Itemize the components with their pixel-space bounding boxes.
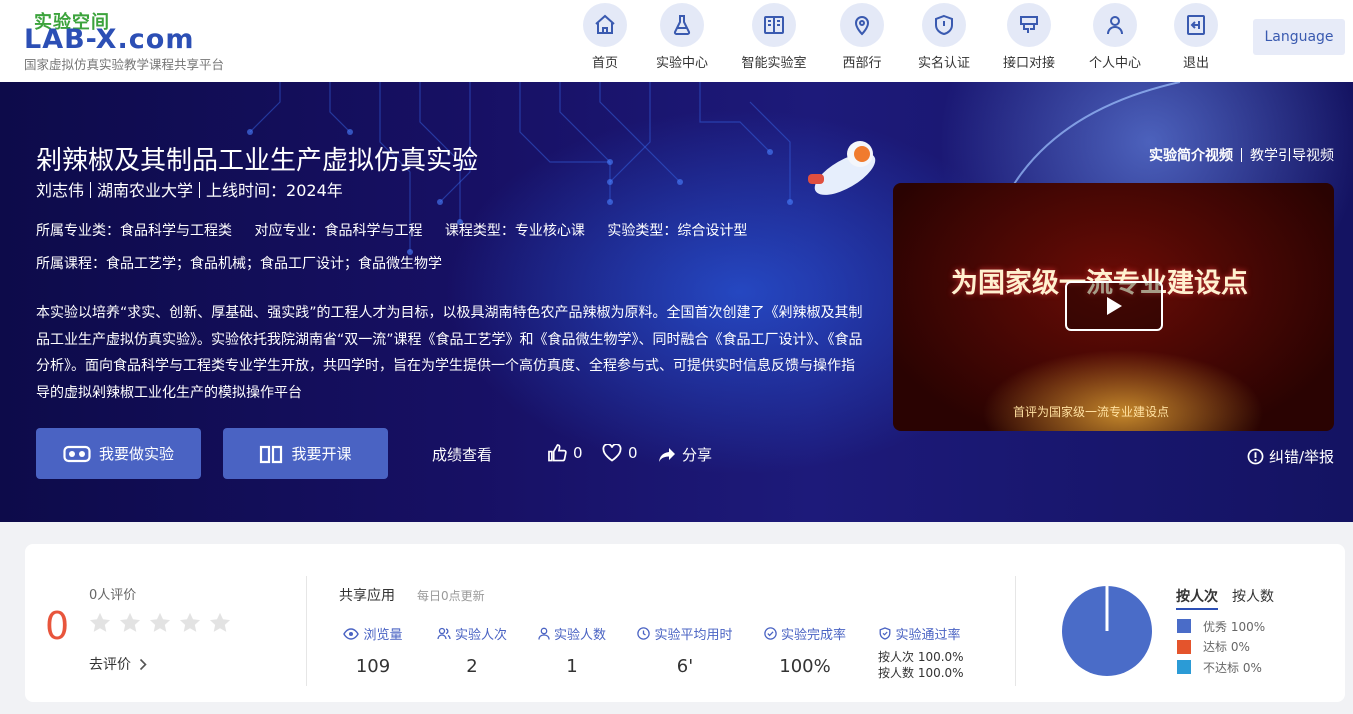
divider bbox=[306, 576, 307, 686]
check-circle-icon bbox=[764, 627, 777, 640]
legend-swatch-excellent bbox=[1177, 619, 1191, 634]
tab-by-times[interactable]: 按人次 bbox=[1176, 589, 1218, 610]
logo-subtitle: 国家虚拟仿真实验教学课程共享平台 bbox=[24, 57, 225, 72]
stat-average-time: 实验平均用时 6' bbox=[635, 624, 735, 677]
top-header: 实验空间 LAB-X.com 国家虚拟仿真实验教学课程共享平台 首页 实验中心 … bbox=[0, 0, 1353, 82]
school: 湖南农业大学 bbox=[97, 181, 194, 200]
legend-item: 优秀 100% bbox=[1177, 616, 1265, 637]
pass-rate-by-people: 按人数 100.0% bbox=[878, 666, 964, 680]
users-icon bbox=[437, 627, 451, 640]
share-button[interactable]: 分享 bbox=[658, 444, 712, 465]
user-icon bbox=[538, 627, 550, 640]
stat-pass-rate: 实验通过率 bbox=[876, 624, 964, 643]
nav-interface[interactable]: 接口对接 bbox=[984, 3, 1074, 71]
nav-real-name[interactable]: 实名认证 bbox=[899, 3, 989, 71]
map-pin-icon bbox=[840, 3, 884, 47]
view-scores-link[interactable]: 成绩查看 bbox=[432, 444, 492, 465]
stat-completion-rate: 实验完成率 100% bbox=[761, 624, 849, 677]
video-links: 实验简介视频 教学引导视频 bbox=[1149, 145, 1334, 165]
vr-glasses-icon bbox=[63, 445, 91, 462]
astronaut-illustration bbox=[808, 141, 876, 195]
stat-views: 浏览量 109 bbox=[343, 624, 403, 677]
update-note: 每日0点更新 bbox=[417, 589, 485, 603]
major: 对应专业：食品科学与工程 bbox=[254, 223, 423, 239]
shield-icon bbox=[922, 3, 966, 47]
experiment-hero: 剁辣椒及其制品工业生产虚拟仿真实验 刘志伟 湖南农业大学 上线时间：2024年 所属… bbox=[0, 82, 1353, 522]
tab-by-people[interactable]: 按人数 bbox=[1232, 589, 1274, 605]
shield-check-icon bbox=[880, 627, 891, 640]
online-date: 上线时间：2024年 bbox=[206, 181, 343, 200]
info-icon bbox=[1247, 448, 1264, 465]
nav-west[interactable]: 西部行 bbox=[817, 3, 907, 71]
legend-item: 达标 0% bbox=[1177, 637, 1265, 658]
rating-stars bbox=[89, 612, 239, 633]
pie-legend: 优秀 100% 达标 0% 不达标 0% bbox=[1177, 616, 1265, 678]
nav-logout[interactable]: 退出 bbox=[1151, 3, 1241, 71]
play-icon bbox=[1107, 297, 1122, 315]
author: 刘志伟 bbox=[36, 181, 85, 200]
clock-icon bbox=[637, 627, 651, 640]
course-type: 课程类型：专业核心课 bbox=[444, 223, 585, 239]
experiment-title: 剁辣椒及其制品工业生产虚拟仿真实验 bbox=[36, 146, 479, 176]
eye-icon bbox=[343, 627, 360, 640]
heart-icon bbox=[602, 444, 622, 462]
favorite-button[interactable]: 0 bbox=[602, 444, 638, 462]
open-book-icon bbox=[260, 445, 283, 463]
divider bbox=[1015, 576, 1016, 686]
star-icon bbox=[179, 612, 201, 632]
grade-pie-chart bbox=[1062, 585, 1152, 676]
video-player[interactable]: 为国家级一流专业建设点 首评为国家级一流专业建设点 bbox=[893, 183, 1334, 431]
logo-en: LAB-X.com bbox=[24, 24, 195, 55]
logout-icon bbox=[1174, 3, 1218, 47]
rating-score: 0 bbox=[45, 604, 70, 648]
flask-icon bbox=[660, 3, 704, 47]
stat-experiment-times: 实验人次 2 bbox=[435, 624, 509, 677]
home-icon bbox=[583, 3, 627, 47]
pass-rate-values: 按人次 100.0% 按人数 100.0% bbox=[878, 649, 964, 681]
like-count: 0 bbox=[573, 444, 583, 462]
stats-card: 0 0人评价 去评价 共享应用 每日0点更新 浏览量 109 实验人次 2 实验… bbox=[25, 544, 1345, 702]
play-button[interactable] bbox=[1065, 281, 1163, 331]
do-experiment-button[interactable]: 我要做实验 bbox=[36, 428, 201, 479]
shared-application-title: 共享应用 bbox=[339, 588, 395, 604]
thumbs-up-icon bbox=[548, 444, 567, 462]
star-icon bbox=[119, 612, 141, 632]
rating-count: 0人评价 bbox=[89, 588, 137, 603]
related-courses: 所属课程：食品工艺学；食品机械；食品工厂设计；食品微生物学 bbox=[36, 256, 442, 272]
experiment-type: 实验类型：综合设计型 bbox=[607, 223, 748, 239]
go-evaluate-link[interactable]: 去评价 bbox=[89, 654, 147, 674]
legend-swatch-pass bbox=[1177, 639, 1191, 654]
pie-tabs: 按人次 按人数 bbox=[1176, 586, 1288, 610]
favorite-count: 0 bbox=[628, 444, 638, 462]
site-logo[interactable]: 实验空间 LAB-X.com 国家虚拟仿真实验教学课程共享平台 bbox=[24, 6, 254, 72]
report-error-link[interactable]: 纠错/举报 bbox=[1247, 446, 1334, 467]
intro-video-link[interactable]: 实验简介视频 bbox=[1149, 148, 1233, 164]
legend-swatch-fail bbox=[1177, 660, 1191, 675]
open-course-button[interactable]: 我要开课 bbox=[223, 428, 388, 479]
experiment-classification: 所属专业类：食品科学与工程类 对应专业：食品科学与工程 课程类型：专业核心课 实… bbox=[36, 220, 765, 240]
legend-item: 不达标 0% bbox=[1177, 657, 1265, 678]
experiment-meta: 刘志伟 湖南农业大学 上线时间：2024年 bbox=[36, 177, 343, 201]
video-frame-subcaption: 首评为国家级一流专业建设点 bbox=[1013, 405, 1170, 419]
nav-experiment-center[interactable]: 实验中心 bbox=[637, 3, 727, 71]
experiment-description: 本实验以培养“求实、创新、厚基础、强实践”的工程人才为目标，以极具湖南特色农产品… bbox=[36, 305, 863, 401]
share-icon bbox=[659, 447, 675, 462]
star-icon bbox=[209, 612, 231, 632]
interface-icon bbox=[1007, 3, 1051, 47]
star-icon bbox=[89, 612, 111, 632]
nav-personal-center[interactable]: 个人中心 bbox=[1070, 3, 1160, 71]
stat-experiment-people: 实验人数 1 bbox=[535, 624, 609, 677]
like-button[interactable]: 0 bbox=[548, 444, 583, 462]
chevron-right-icon bbox=[139, 658, 147, 670]
book-icon bbox=[752, 3, 796, 47]
star-icon bbox=[149, 612, 171, 632]
language-button[interactable]: Language bbox=[1253, 19, 1345, 55]
major-category: 所属专业类：食品科学与工程类 bbox=[36, 223, 232, 239]
guide-video-link[interactable]: 教学引导视频 bbox=[1250, 148, 1334, 164]
nav-smart-lab[interactable]: 智能实验室 bbox=[729, 3, 819, 71]
pass-rate-by-times: 按人次 100.0% bbox=[878, 650, 964, 664]
user-icon bbox=[1093, 3, 1137, 47]
